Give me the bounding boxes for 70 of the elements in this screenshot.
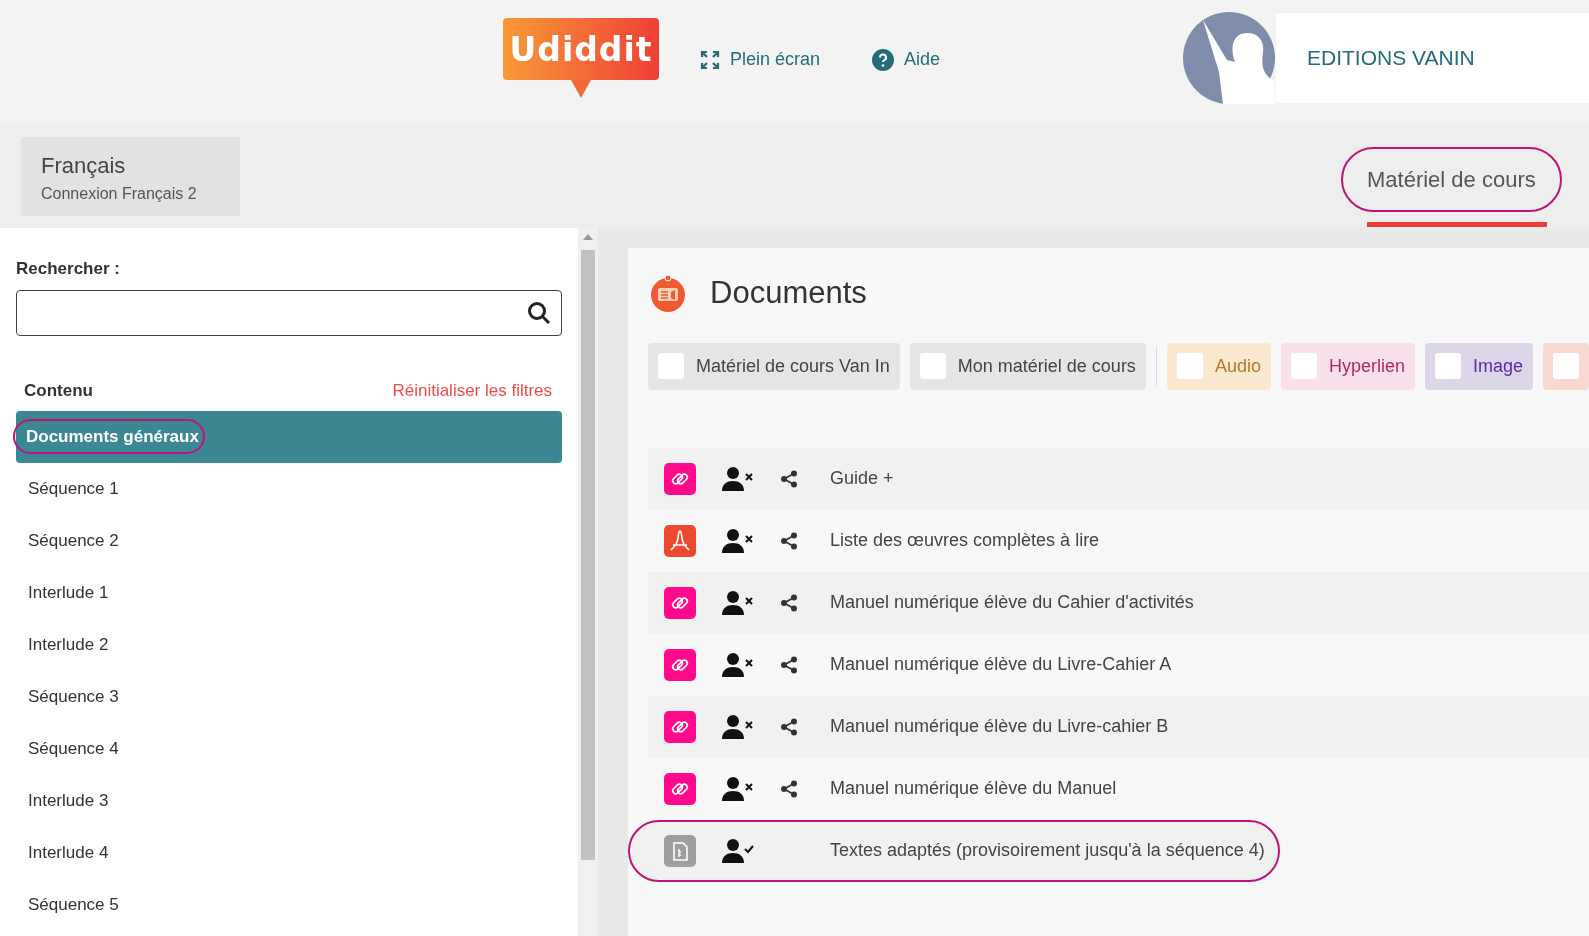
sidebar-item[interactable]: Interlude 1: [16, 567, 563, 619]
link-icon: [664, 462, 697, 495]
document-row[interactable]: Manuel numérique élève du Livre-Cahier A: [648, 633, 1589, 696]
document-title[interactable]: Manuel numérique élève du Cahier d'activités: [830, 589, 1194, 616]
checkbox[interactable]: [1290, 353, 1317, 379]
document-title[interactable]: Liste des œuvres complètes à lire: [830, 527, 1100, 554]
section-heading: Contenu: [24, 379, 93, 402]
sidebar-item[interactable]: Interlude 3: [16, 775, 563, 827]
document-title[interactable]: Manuel numérique élève du Livre-cahier B: [830, 713, 1169, 740]
tab[interactable]: Matériel de cours: [1341, 147, 1562, 212]
share-icon[interactable]: [780, 717, 799, 736]
checkbox[interactable]: [1176, 353, 1203, 379]
document-row[interactable]: Manuel numérique élève du Livre-cahier B: [648, 695, 1589, 758]
share-icon[interactable]: [780, 655, 799, 674]
sidebar-item[interactable]: Séquence 4: [16, 723, 563, 775]
user-remove-icon[interactable]: [722, 651, 755, 678]
course-subtitle: Connexion Français 2: [41, 184, 198, 204]
search-icon[interactable]: [527, 300, 552, 325]
share-icon[interactable]: [780, 469, 799, 488]
user-remove-icon[interactable]: [722, 527, 755, 554]
reset-filters-link[interactable]: Réinitialiser les filtres: [392, 377, 553, 403]
scrollbar[interactable]: [578, 228, 599, 936]
sidebar-item[interactable]: Séquence 1: [16, 463, 563, 515]
share-icon[interactable]: [780, 531, 799, 550]
fullscreen-link[interactable]: Plein écran: [700, 46, 821, 73]
document-title[interactable]: Manuel numérique élève du Manuel: [830, 775, 1117, 802]
sidebar-item[interactable]: Séquence 5: [16, 879, 563, 931]
checkbox[interactable]: [919, 353, 946, 379]
course-title: Français: [41, 152, 127, 180]
document-title[interactable]: Textes adaptés (provisoirement jusqu'à la séquence 4): [830, 837, 1265, 864]
document-row[interactable]: Manuel numérique élève du Manuel: [648, 757, 1589, 820]
document-row[interactable]: Manuel numérique élève du Cahier d'activités: [648, 571, 1589, 634]
filter-chip[interactable]: Matériel de cours Van In: [648, 342, 900, 390]
filter-chip[interactable]: Hyperlien: [1280, 342, 1415, 390]
file-icon: [664, 834, 697, 867]
filter-chip[interactable]: Mon matériel de cours: [909, 342, 1146, 390]
checkbox[interactable]: [1553, 353, 1579, 379]
section-title: Documents: [710, 274, 867, 312]
help-link[interactable]: Aide: [872, 46, 941, 73]
sidebar-item[interactable]: Documents généraux: [16, 411, 563, 463]
share-icon[interactable]: [780, 779, 799, 798]
document-row[interactable]: Textes adaptés (provisoirement jusqu'à la séquence 4): [628, 819, 1281, 882]
document-title[interactable]: Guide +: [830, 465, 894, 492]
sidebar-item[interactable]: Interlude 2: [16, 619, 563, 671]
filter-chip[interactable]: Image: [1424, 342, 1533, 390]
user-remove-icon[interactable]: [722, 589, 755, 616]
checkbox[interactable]: [1434, 353, 1461, 379]
checkbox[interactable]: [658, 353, 685, 379]
document-row[interactable]: Liste des œuvres complètes à lire: [648, 509, 1589, 572]
search-field[interactable]: [16, 289, 563, 336]
user-remove-icon[interactable]: [722, 775, 755, 802]
link-icon: [664, 710, 697, 743]
user-remove-icon[interactable]: [722, 465, 755, 492]
account-name-bar[interactable]: EDITIONS VANIN: [1276, 13, 1589, 103]
user-remove-icon[interactable]: [722, 713, 755, 740]
link-icon: [664, 586, 697, 619]
sidebar-item[interactable]: Séquence 2: [16, 515, 563, 567]
document-title[interactable]: Manuel numérique élève du Livre-Cahier A: [830, 651, 1172, 678]
pdf-icon: [664, 524, 697, 557]
share-icon[interactable]: [780, 593, 799, 612]
sidebar-item[interactable]: Séquence 3: [16, 671, 563, 723]
sidebar-item[interactable]: Interlude 4: [16, 827, 563, 879]
help-icon: [872, 48, 895, 71]
link-icon: [664, 648, 697, 681]
document-row[interactable]: Guide +: [648, 447, 1589, 510]
avatar-silhouette-icon[interactable]: [1183, 12, 1275, 104]
fullscreen-icon: [700, 49, 720, 70]
link-icon: [664, 772, 697, 805]
search-label: Rechercher :: [16, 258, 121, 280]
user-check-icon[interactable]: [722, 837, 755, 864]
